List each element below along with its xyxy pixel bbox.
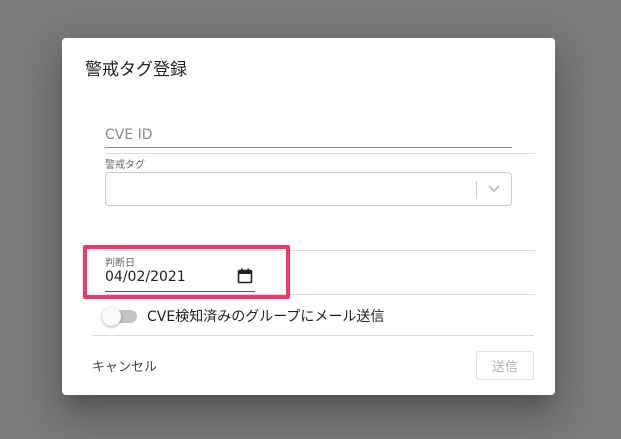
chevron-down-icon[interactable]: [486, 180, 502, 198]
alert-tag-select[interactable]: [105, 172, 512, 206]
highlight-box: [83, 245, 290, 299]
cancel-button[interactable]: キャンセル: [92, 356, 157, 375]
submit-button[interactable]: 送信: [476, 351, 534, 380]
select-separator: [476, 181, 477, 199]
alert-tag-label: 警戒タグ: [105, 160, 145, 171]
divider: [92, 335, 534, 336]
tag-registration-dialog: 警戒タグ登録 警戒タグ 判断日 04/02/2021 CVE検知済みのグループに…: [62, 38, 555, 395]
cve-id-input[interactable]: [105, 122, 512, 148]
notify-toggle-knob[interactable]: [102, 307, 121, 326]
dialog-title: 警戒タグ登録: [85, 60, 187, 80]
notify-toggle-label: CVE検知済みのグループにメール送信: [147, 309, 385, 325]
divider: [105, 153, 535, 154]
